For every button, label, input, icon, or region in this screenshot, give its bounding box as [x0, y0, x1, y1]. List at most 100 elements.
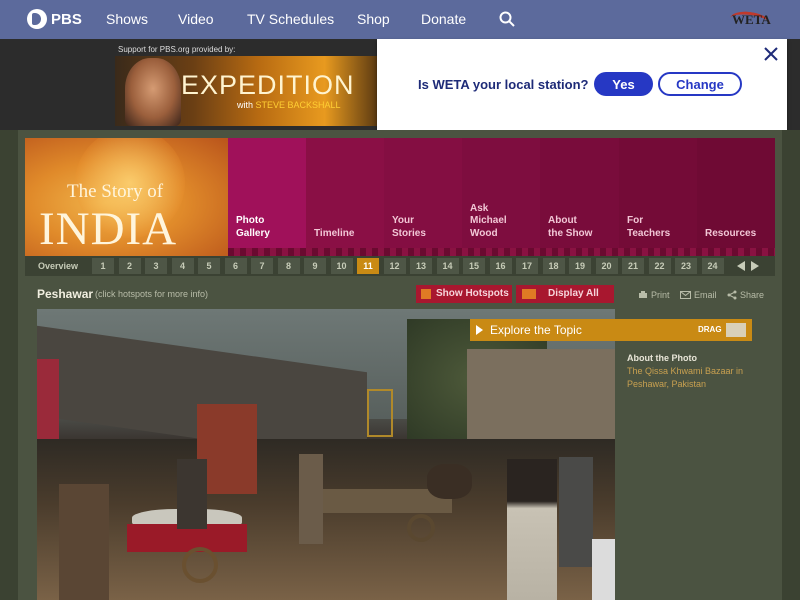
bazaar-photo[interactable] [37, 309, 615, 600]
logo-title-line2: INDIA [39, 203, 178, 255]
display-all-label: Display All [548, 288, 599, 299]
page-margin-left [0, 130, 18, 600]
about-photo-heading: About the Photo [627, 353, 697, 363]
share-link[interactable]: Share [740, 290, 764, 300]
ad-subtitle-host: STEVE BACKSHALL [255, 100, 341, 110]
pager-page-17[interactable]: 17 [516, 258, 538, 274]
photo-man [559, 457, 593, 567]
pager-page-13[interactable]: 13 [410, 258, 432, 274]
photo-car [592, 539, 615, 600]
email-link[interactable]: Email [694, 290, 717, 300]
pbs-logo-icon [27, 9, 47, 29]
nav-shows[interactable]: Shows [106, 11, 148, 27]
tab-photo-gallery[interactable]: Photo Gallery [228, 138, 306, 256]
photo-cart-wheel [182, 547, 218, 583]
photo-person [299, 454, 323, 544]
ad-label: Support for PBS.org provided by: [118, 45, 236, 54]
pager-page-21[interactable]: 21 [622, 258, 644, 274]
pager-page-14[interactable]: 14 [436, 258, 459, 274]
about-photo-text: The Qissa Khwami Bazaar in Peshawar, Pak… [627, 366, 744, 389]
hotspots-icon [421, 289, 431, 299]
tab-for-teachers[interactable]: For Teachers [619, 138, 697, 256]
yes-button[interactable]: Yes [594, 72, 653, 96]
pager-page-16[interactable]: 16 [489, 258, 512, 274]
search-icon[interactable] [499, 11, 515, 27]
tab-label: About the Show [548, 215, 593, 239]
ad-subtitle-prefix: with [237, 100, 254, 110]
show-hotspots-button[interactable]: Show Hotspots [416, 285, 512, 303]
pager-page-9[interactable]: 9 [304, 258, 326, 274]
display-all-button[interactable]: Display All [516, 285, 614, 303]
photo-title: Peshawar [37, 287, 94, 301]
drag-handle-icon[interactable] [726, 323, 746, 337]
pager-page-24[interactable]: 24 [701, 258, 724, 274]
pager-page-10[interactable]: 10 [330, 258, 353, 274]
pager-page-7[interactable]: 7 [251, 258, 273, 274]
photo-cart-wheel [407, 514, 435, 542]
expand-arrow-icon [476, 325, 483, 335]
pager-prev-icon[interactable] [737, 261, 745, 271]
ad-title: EXPEDITION [181, 70, 355, 100]
nav-tv-schedules[interactable]: TV Schedules [247, 11, 334, 27]
nav-donate[interactable]: Donate [421, 11, 466, 27]
show-hotspots-label: Show Hotspots [436, 288, 509, 299]
pager-page-8[interactable]: 8 [277, 258, 300, 274]
tab-resources[interactable]: Resources [697, 138, 775, 256]
tab-label: Resources [705, 227, 757, 239]
page-margin-right [782, 130, 800, 600]
pager-page-23[interactable]: 23 [675, 258, 697, 274]
pbs-logo-text: PBS [51, 10, 82, 28]
close-icon[interactable] [764, 47, 778, 61]
change-button[interactable]: Change [658, 72, 742, 96]
tab-about-the-show[interactable]: About the Show [540, 138, 619, 256]
photo-donkey [427, 464, 472, 499]
pager-page-18[interactable]: 18 [542, 258, 565, 274]
drag-label: DRAG [698, 325, 722, 334]
story-of-india-logo[interactable]: The Story of INDIA [25, 138, 228, 256]
ad-banner[interactable]: EXPEDITION with STEVE BACKSHALL [115, 56, 377, 126]
pager-page-20[interactable]: 20 [595, 258, 618, 274]
share-icon[interactable] [727, 290, 737, 300]
pager-page-1[interactable]: 1 [92, 258, 114, 274]
ad-subtitle: with STEVE BACKSHALL [237, 100, 341, 110]
pager-page-2[interactable]: 2 [118, 258, 141, 274]
photo-person [177, 459, 207, 529]
nav-shop[interactable]: Shop [357, 11, 390, 27]
pager-page-3[interactable]: 3 [145, 258, 167, 274]
pager-page-19[interactable]: 19 [569, 258, 591, 274]
nav-video[interactable]: Video [178, 11, 214, 27]
list-icon [522, 289, 536, 299]
photo-man [507, 459, 557, 600]
photo-person [59, 484, 109, 600]
tab-timeline[interactable]: Timeline [306, 138, 384, 256]
pager-overview[interactable]: Overview [27, 258, 89, 274]
photo-hint: (click hotspots for more info) [95, 289, 209, 299]
tab-label: Ask Michael Wood [470, 202, 507, 239]
local-station-popup: Is WETA your local station? Yes Change [377, 39, 787, 130]
pager-page-22[interactable]: 22 [648, 258, 671, 274]
print-icon[interactable] [638, 290, 648, 300]
tab-decorative-border [228, 248, 775, 256]
pager-page-15[interactable]: 15 [463, 258, 485, 274]
photo-frame [367, 389, 393, 437]
pager-page-5[interactable]: 5 [198, 258, 220, 274]
tab-label: Your Stories [392, 215, 426, 239]
pager-page-6[interactable]: 6 [224, 258, 247, 274]
photo-rug [37, 359, 59, 439]
tab-label: Photo Gallery [236, 215, 270, 239]
tab-label: Timeline [314, 227, 355, 239]
print-link[interactable]: Print [651, 290, 670, 300]
pbs-logo[interactable]: PBS [27, 9, 82, 29]
tab-your-stories[interactable]: Your Stories [384, 138, 462, 256]
tab-ask-michael-wood[interactable]: Ask Michael Wood [462, 138, 540, 256]
pager-page-11[interactable]: 11 [357, 258, 379, 274]
pager-page-4[interactable]: 4 [171, 258, 194, 274]
pager-page-12[interactable]: 12 [383, 258, 406, 274]
top-nav: PBS Shows Video TV Schedules Shop Donate… [0, 0, 800, 39]
email-icon[interactable] [680, 291, 691, 299]
pager-next-icon[interactable] [751, 261, 759, 271]
ad-host-photo [125, 58, 181, 126]
explore-topic-panel[interactable]: Explore the Topic DRAG [470, 319, 752, 341]
weta-logo[interactable]: WETA [732, 12, 771, 28]
local-station-question: Is WETA your local station? [418, 77, 589, 92]
